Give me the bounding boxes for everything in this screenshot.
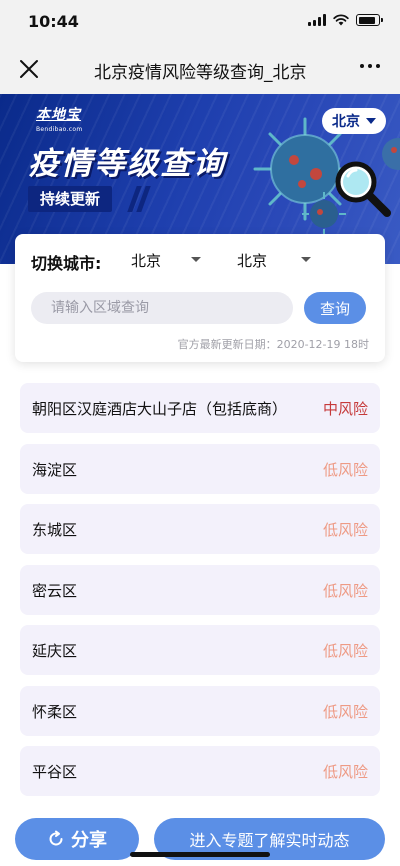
more-icon[interactable] <box>360 64 380 68</box>
banner-tagline: 持续更新 <box>28 186 113 212</box>
risk-list-item[interactable]: 延庆区 低风险 <box>20 625 380 675</box>
query-button[interactable]: 查询 <box>304 292 366 324</box>
risk-area-name: 平谷区 <box>32 763 78 781</box>
nav-title: 北京疫情风险等级查询_北京 <box>94 63 307 83</box>
nav-bar: 北京疫情风险等级查询_北京 <box>0 44 400 94</box>
update-date: 官方最新更新日期：2020-12-19 18时 <box>177 338 369 351</box>
battery-icon <box>356 14 383 26</box>
province-select-value: 北京 <box>131 252 162 270</box>
risk-list-item[interactable]: 海淀区 低风险 <box>20 443 380 494</box>
status-icons <box>308 14 383 26</box>
risk-list-item[interactable]: 密云区 低风险 <box>20 564 380 615</box>
banner-title: 疫情等级查询 <box>28 146 226 182</box>
magnifier-icon <box>335 161 391 217</box>
province-select[interactable]: 北京 <box>131 250 219 271</box>
share-button-label: 分享 <box>71 830 107 851</box>
close-icon[interactable] <box>18 58 40 80</box>
risk-area-name: 海淀区 <box>32 460 78 479</box>
risk-level-badge: 低风险 <box>322 460 368 479</box>
risk-level-badge: 低风险 <box>322 581 368 600</box>
risk-level-badge: 低风险 <box>322 763 368 781</box>
signal-icon <box>308 14 326 26</box>
search-card: 切换城市: 北京 北京 查询 官方最新更新日期：2020-12-19 18时 <box>15 234 385 362</box>
logo-subtext: Bendibao.com <box>36 126 83 133</box>
city-pill-label: 北京 <box>332 114 360 130</box>
risk-level-badge: 低风险 <box>322 521 368 539</box>
risk-area-name: 延庆区 <box>32 642 78 660</box>
logo: 本地宝 Bendibao.com <box>36 104 104 138</box>
risk-area-name: 东城区 <box>32 521 78 539</box>
switch-city-label: 切换城市: <box>31 254 102 273</box>
city-select-value: 北京 <box>237 252 268 270</box>
risk-area-name: 怀柔区 <box>32 702 78 721</box>
tagline-decoration <box>127 186 151 212</box>
share-button[interactable]: 分享 <box>15 818 139 860</box>
wifi-icon <box>333 14 349 26</box>
risk-area-name: 朝阳区汉庭酒店大山子店（包括底商） <box>32 400 288 418</box>
risk-list-item[interactable]: 东城区 低风险 <box>20 504 380 554</box>
caret-down-icon <box>366 118 376 124</box>
caret-down-icon <box>191 257 201 262</box>
risk-level-badge: 中风险 <box>322 400 368 418</box>
bottom-action-bar: 分享 进入专题了解实时动态 <box>0 814 400 866</box>
city-switch-pill[interactable]: 北京 <box>322 108 386 134</box>
status-bar: 10:44 <box>0 0 400 44</box>
home-indicator <box>130 852 270 857</box>
area-search-input[interactable] <box>31 292 293 324</box>
risk-list: 朝阳区汉庭酒店大山子店（包括底商） 中风险 海淀区 低风险 东城区 低风险 密云… <box>20 383 380 807</box>
risk-level-badge: 低风险 <box>322 702 368 721</box>
risk-list-item[interactable]: 怀柔区 低风险 <box>20 685 380 736</box>
risk-level-badge: 低风险 <box>322 642 368 660</box>
caret-down-icon <box>301 257 311 262</box>
share-refresh-icon <box>49 830 63 846</box>
logo-text: 本地宝 <box>36 107 81 123</box>
status-time: 10:44 <box>28 12 79 31</box>
risk-list-item[interactable]: 朝阳区汉庭酒店大山子店（包括底商） 中风险 <box>20 383 380 433</box>
risk-list-item[interactable]: 平谷区 低风险 <box>20 746 380 796</box>
risk-area-name: 密云区 <box>32 581 78 600</box>
